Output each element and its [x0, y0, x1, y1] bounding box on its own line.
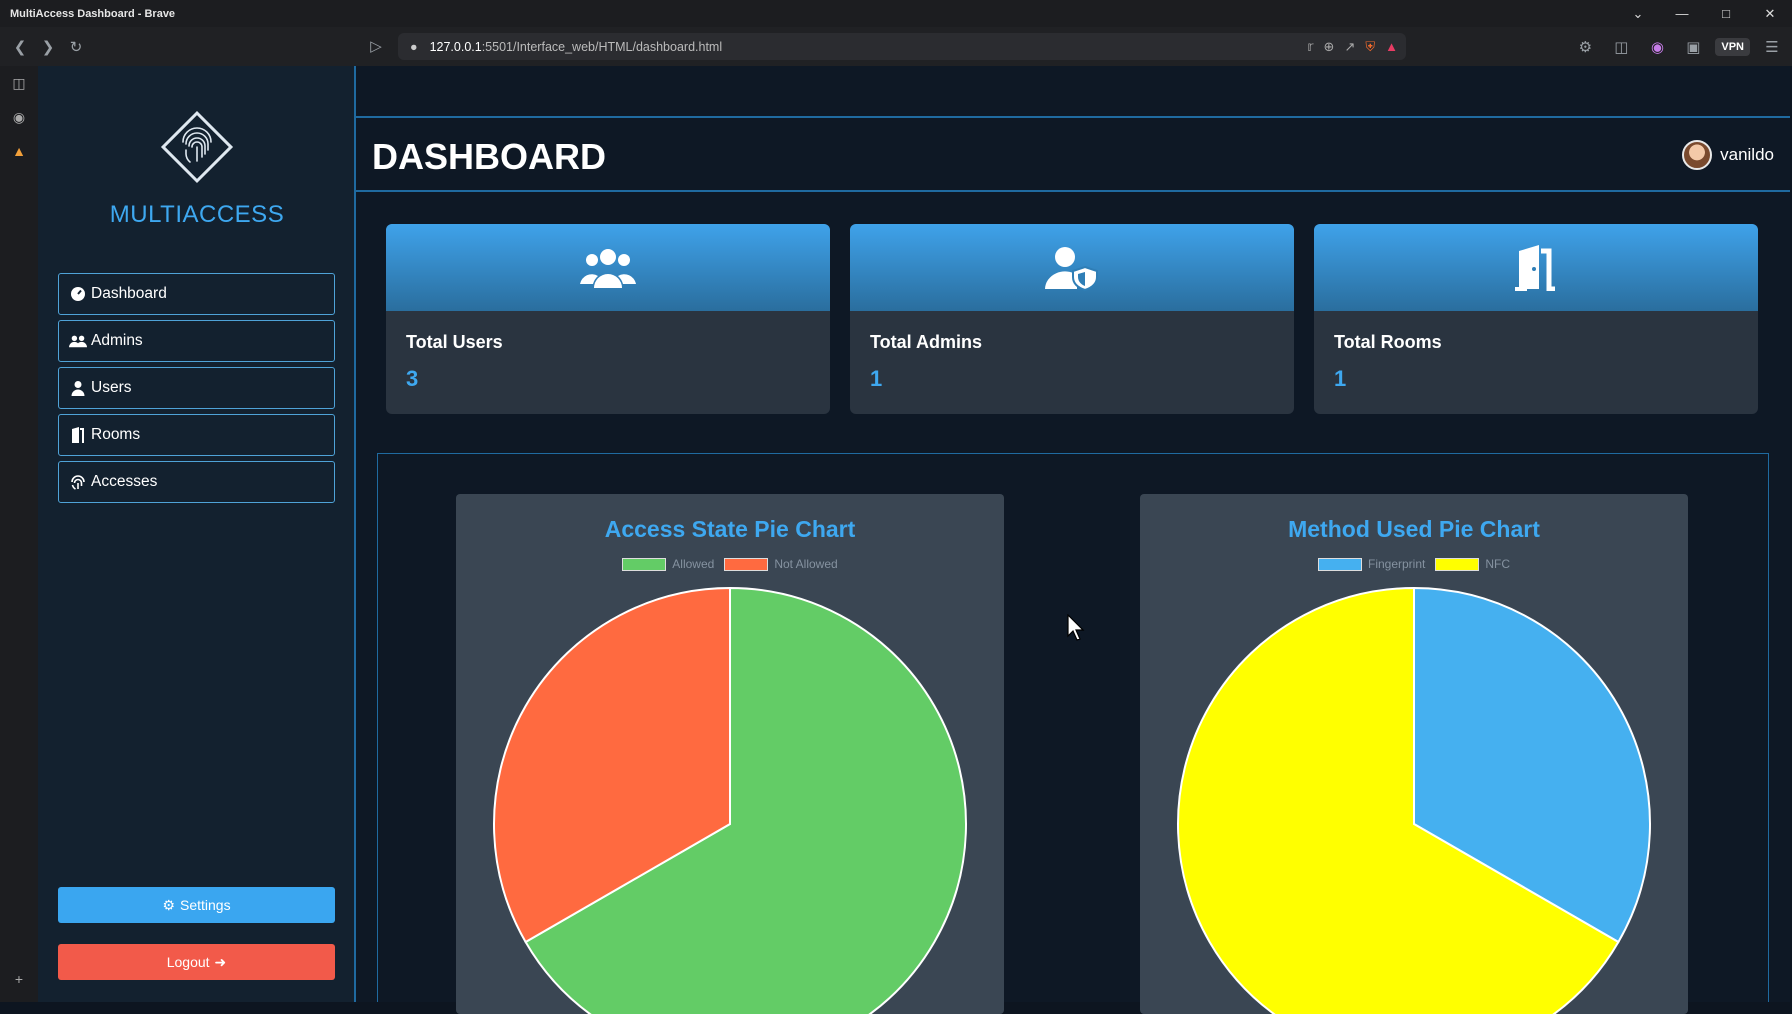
sidebar-nav: Dashboard Admins Users Rooms Accesses — [58, 273, 335, 508]
sidebar-item-label: Rooms — [91, 426, 141, 443]
door-icon — [69, 426, 87, 444]
browser-toolbar: ❮ ❯ ↻ ▷ ● 127.0.0.1 :5501/Interface_web/… — [0, 27, 1792, 66]
card-header-band — [850, 224, 1294, 311]
browser-side-rail: ◫ ◉ ▲ + — [0, 66, 38, 1002]
zoom-icon[interactable]: ⊕ — [1324, 39, 1335, 55]
stat-card-admins: Total Admins 1 — [850, 224, 1294, 414]
card-header-band — [386, 224, 830, 311]
app-sidebar: MULTIACCESS Dashboard Admins Users Rooms — [38, 66, 356, 1002]
stats-cards: Total Users 3 Total Admins 1 Total Rooms… — [386, 224, 1762, 414]
sidebar-item-rooms[interactable]: Rooms — [58, 414, 335, 456]
sign-out-icon: ➜ — [214, 953, 227, 970]
card-label: Total Admins — [870, 332, 982, 352]
logout-button[interactable]: Logout ➜ — [58, 944, 335, 980]
username: vanildo — [1720, 145, 1774, 164]
panel-icon[interactable]: ◫ — [0, 66, 38, 100]
url-path: :5501/Interface_web/HTML/dashboard.html — [481, 39, 723, 54]
url-host: 127.0.0.1 — [429, 39, 482, 54]
share-icon[interactable]: ↗ — [1344, 39, 1355, 55]
gear-icon: ⚙ — [162, 896, 175, 913]
method-used-chart-card: Method Used Pie Chart Fingerprint NFC — [1140, 494, 1688, 1014]
site-info-icon[interactable]: ● — [410, 40, 418, 54]
sidebar-toggle-icon[interactable]: ◫ — [1607, 33, 1635, 61]
menu-icon[interactable]: ☰ — [1758, 33, 1786, 61]
users-icon — [580, 248, 636, 288]
user-icon — [69, 379, 87, 397]
sidebar-item-label: Accesses — [91, 473, 158, 490]
stat-card-users: Total Users 3 — [386, 224, 830, 414]
brave-news-icon[interactable]: ◉ — [0, 100, 38, 134]
extensions-icon[interactable]: ⚙ — [1571, 33, 1599, 61]
mouse-cursor-icon — [1067, 614, 1085, 641]
tab-list-icon[interactable]: ⌄ — [1616, 0, 1660, 27]
brave-rewards-icon[interactable]: ▲ — [1385, 39, 1398, 54]
forward-icon[interactable]: ❯ — [34, 33, 62, 61]
sidebar-item-users[interactable]: Users — [58, 367, 335, 409]
card-header-band — [1314, 224, 1758, 311]
sidebar-item-label: Users — [91, 379, 132, 396]
address-bar[interactable]: ● 127.0.0.1 :5501/Interface_web/HTML/das… — [398, 33, 1406, 60]
charts-panel: Access State Pie Chart Allowed Not Allow… — [377, 453, 1769, 1014]
main-content: DASHBOARD vanildo Total Users 3 Total Ad… — [356, 66, 1790, 1014]
card-label: Total Users — [406, 332, 503, 352]
door-open-icon — [1515, 244, 1555, 291]
fingerprint-logo-icon — [160, 110, 234, 184]
close-icon[interactable]: ✕ — [1748, 0, 1792, 27]
maximize-icon[interactable]: □ — [1704, 0, 1748, 27]
access-state-pie — [493, 586, 967, 1014]
stat-card-rooms: Total Rooms 1 — [1314, 224, 1758, 414]
logout-label: Logout — [166, 954, 210, 970]
page-title: DASHBOARD — [372, 136, 606, 177]
top-strip — [356, 66, 1790, 118]
vpn-button[interactable]: VPN — [1715, 37, 1750, 56]
reload-icon[interactable]: ↻ — [62, 33, 90, 61]
add-panel-icon[interactable]: + — [0, 962, 38, 996]
bookmark-icon[interactable]: ▷ — [362, 32, 390, 60]
user-shield-icon — [1045, 246, 1098, 291]
settings-button[interactable]: ⚙ Settings — [58, 887, 335, 923]
brave-shield-icon[interactable]: ⛨ — [1365, 39, 1375, 55]
window-title: MultiAccess Dashboard - Brave — [10, 7, 176, 20]
sidebar-item-label: Dashboard — [91, 285, 167, 302]
gauge-icon — [69, 285, 87, 303]
sidebar-item-dashboard[interactable]: Dashboard — [58, 273, 335, 315]
settings-label: Settings — [179, 897, 231, 913]
card-value: 3 — [406, 366, 419, 391]
back-icon[interactable]: ❮ — [6, 33, 34, 61]
page-header: DASHBOARD vanildo — [356, 118, 1790, 192]
wallet-icon[interactable]: ▣ — [1679, 33, 1707, 61]
avatar[interactable] — [1682, 140, 1713, 170]
profile-icon[interactable]: ◉ — [1643, 33, 1671, 61]
sidebar-item-accesses[interactable]: Accesses — [58, 461, 335, 503]
warning-icon[interactable]: ▲ — [0, 134, 38, 168]
card-value: 1 — [1334, 366, 1347, 391]
sidebar-item-label: Admins — [91, 332, 143, 349]
window-controls: ⌄ — □ ✕ — [1616, 0, 1792, 27]
access-state-chart-card: Access State Pie Chart Allowed Not Allow… — [456, 494, 1004, 1014]
translate-icon[interactable]: 𝕣 — [1307, 39, 1313, 55]
sidebar-item-admins[interactable]: Admins — [58, 320, 335, 362]
minimize-icon[interactable]: — — [1660, 0, 1704, 27]
user-profile[interactable]: vanildo — [1682, 140, 1774, 170]
brand-name: MULTIACCESS — [109, 201, 285, 228]
fingerprint-icon — [69, 473, 87, 491]
card-label: Total Rooms — [1334, 332, 1442, 352]
users-icon — [69, 332, 87, 350]
method-used-pie — [1177, 586, 1651, 1014]
window-titlebar: MultiAccess Dashboard - Brave ⌄ — □ ✕ — [0, 0, 1792, 27]
card-value: 1 — [870, 366, 883, 391]
